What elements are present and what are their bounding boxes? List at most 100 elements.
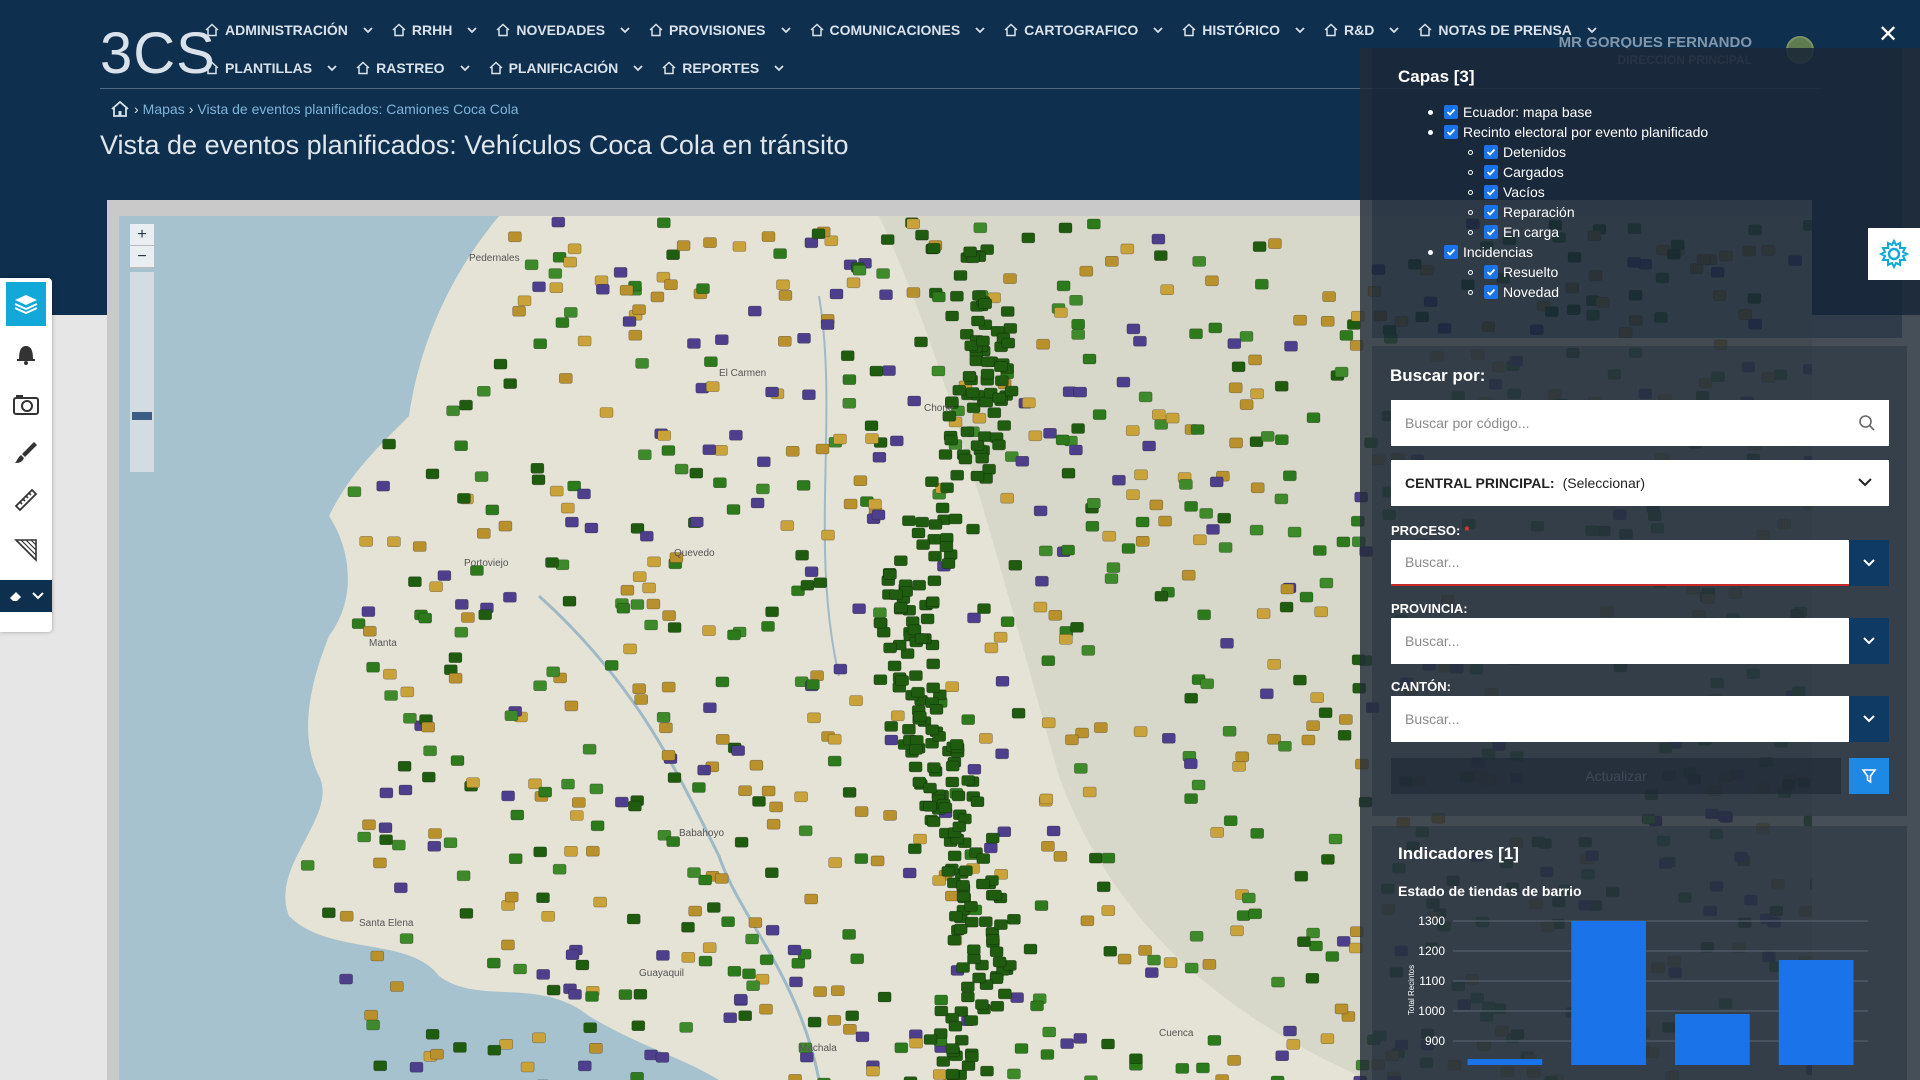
map-marker[interactable] — [1106, 562, 1121, 573]
map-marker[interactable] — [1250, 388, 1264, 400]
map-marker[interactable] — [644, 619, 658, 631]
map-marker[interactable] — [656, 950, 670, 961]
map-marker[interactable] — [650, 291, 665, 303]
map-marker[interactable] — [865, 433, 879, 444]
nav-item-row1-6[interactable]: HISTÓRICO — [1182, 22, 1306, 38]
map-marker[interactable] — [530, 463, 545, 474]
map-marker[interactable] — [702, 625, 716, 636]
map-marker[interactable] — [978, 431, 992, 442]
map-marker[interactable] — [1196, 1062, 1210, 1074]
map-marker[interactable] — [1003, 273, 1017, 284]
map-marker[interactable] — [408, 576, 422, 588]
map-marker[interactable] — [890, 710, 905, 722]
chart-bar[interactable] — [1675, 1014, 1750, 1065]
map-marker[interactable] — [681, 952, 696, 963]
map-marker[interactable] — [387, 536, 401, 548]
map-marker[interactable] — [1145, 967, 1159, 978]
map-marker[interactable] — [1207, 1035, 1222, 1046]
map-marker[interactable] — [1306, 720, 1320, 732]
map-marker[interactable] — [721, 916, 735, 928]
map-marker[interactable] — [714, 873, 729, 884]
map-marker[interactable] — [908, 761, 923, 773]
nav-item-row1-1[interactable]: RRHH — [392, 22, 478, 38]
map-marker[interactable] — [657, 430, 672, 441]
map-marker[interactable] — [622, 316, 637, 327]
map-marker[interactable] — [829, 288, 844, 300]
map-marker[interactable] — [906, 218, 921, 230]
map-marker[interactable] — [1054, 307, 1068, 318]
map-marker[interactable] — [975, 999, 989, 1010]
map-marker[interactable] — [889, 435, 904, 447]
map-marker[interactable] — [852, 264, 867, 276]
map-marker[interactable] — [1071, 319, 1086, 330]
map-marker[interactable] — [1021, 397, 1036, 409]
map-marker[interactable] — [902, 515, 916, 527]
map-marker[interactable] — [843, 1023, 857, 1035]
map-marker[interactable] — [879, 289, 893, 300]
map-marker[interactable] — [1086, 218, 1101, 230]
map-marker[interactable] — [1189, 930, 1204, 942]
map-marker[interactable] — [869, 365, 884, 377]
map-marker[interactable] — [692, 782, 706, 793]
map-marker[interactable] — [766, 818, 781, 830]
map-marker[interactable] — [873, 674, 888, 686]
map-marker[interactable] — [1260, 431, 1275, 442]
map-marker[interactable] — [912, 579, 927, 591]
map-marker[interactable] — [676, 240, 691, 251]
map-marker[interactable] — [749, 759, 764, 771]
map-marker[interactable] — [1011, 707, 1026, 719]
map-marker[interactable] — [727, 965, 742, 977]
map-marker[interactable] — [1236, 910, 1251, 921]
map-marker[interactable] — [1070, 621, 1084, 633]
map-marker[interactable] — [1121, 543, 1136, 554]
map-marker[interactable] — [1138, 391, 1153, 403]
map-marker[interactable] — [849, 695, 863, 706]
map-marker[interactable] — [536, 892, 550, 904]
map-marker[interactable] — [585, 845, 600, 857]
map-marker[interactable] — [948, 1020, 963, 1032]
map-marker[interactable] — [908, 744, 923, 755]
map-marker[interactable] — [501, 939, 515, 951]
map-marker[interactable] — [1162, 732, 1176, 744]
home-icon[interactable] — [110, 100, 130, 118]
map-marker[interactable] — [804, 237, 819, 249]
map-marker[interactable] — [357, 831, 371, 843]
nav-item-row1-5[interactable]: CARTOGRAFICO — [1004, 22, 1164, 38]
map-marker[interactable] — [379, 787, 394, 799]
map-marker[interactable] — [1313, 545, 1327, 556]
map-marker[interactable] — [1086, 497, 1101, 509]
map-marker[interactable] — [1336, 536, 1351, 548]
map-marker[interactable] — [1309, 940, 1323, 952]
map-marker[interactable] — [785, 446, 800, 457]
map-marker[interactable] — [1223, 815, 1238, 827]
map-marker[interactable] — [798, 825, 813, 837]
map-marker[interactable] — [399, 933, 414, 944]
map-marker[interactable] — [524, 259, 539, 271]
map-marker[interactable] — [920, 613, 935, 625]
map-marker[interactable] — [980, 368, 995, 380]
map-marker[interactable] — [1007, 913, 1021, 925]
map-marker[interactable] — [756, 483, 770, 495]
map-marker[interactable] — [1222, 725, 1237, 737]
nav-item-row1-0[interactable]: ADMINISTRACIÓN — [205, 22, 374, 38]
map-marker[interactable] — [632, 683, 647, 695]
map-marker[interactable] — [370, 950, 385, 962]
map-marker[interactable] — [1305, 972, 1320, 984]
map-marker[interactable] — [850, 953, 865, 965]
map-marker[interactable] — [1319, 577, 1334, 589]
map-marker[interactable] — [738, 1010, 753, 1022]
map-marker[interactable] — [1071, 329, 1086, 340]
map-marker[interactable] — [883, 568, 897, 580]
map-marker[interactable] — [628, 800, 642, 812]
map-marker[interactable] — [742, 968, 756, 980]
map-marker[interactable] — [1318, 707, 1333, 719]
map-marker[interactable] — [970, 470, 985, 482]
map-marker[interactable] — [538, 786, 553, 798]
map-marker[interactable] — [565, 516, 579, 528]
map-marker[interactable] — [1042, 1026, 1057, 1038]
map-marker[interactable] — [916, 539, 930, 550]
map-marker[interactable] — [706, 902, 721, 913]
map-marker[interactable] — [1096, 881, 1111, 893]
map-marker[interactable] — [713, 477, 727, 489]
map-marker[interactable] — [637, 449, 652, 460]
